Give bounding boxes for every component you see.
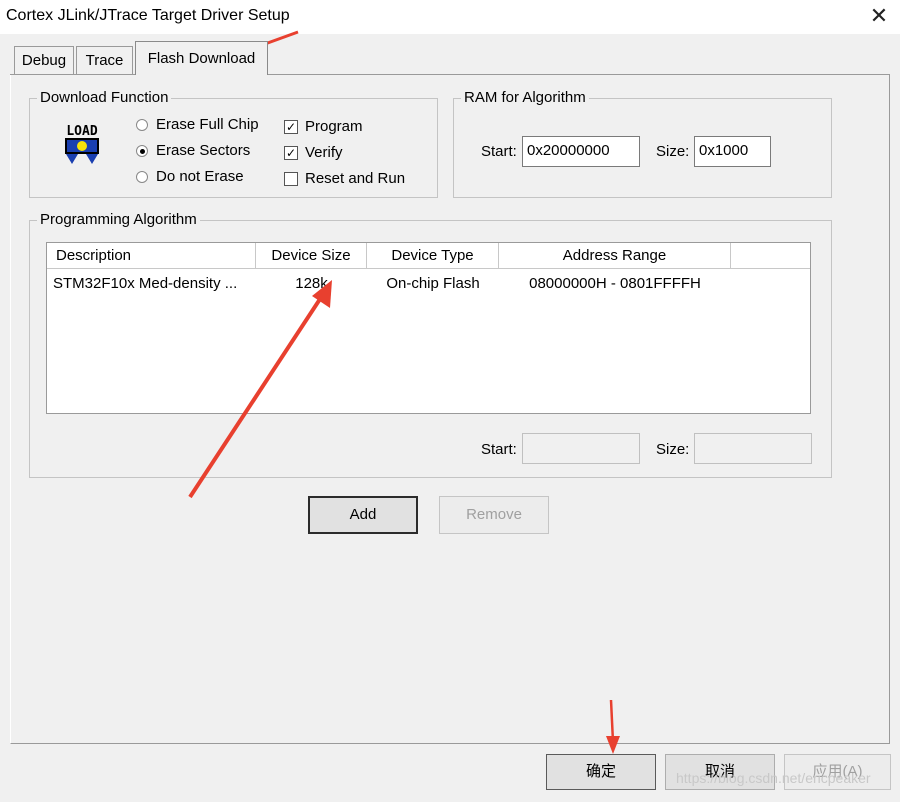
algo-start-label: Start: (481, 441, 517, 458)
tab-trace[interactable]: Trace (76, 46, 133, 74)
radio-do-not-erase[interactable]: Do not Erase (136, 168, 266, 193)
radio-erase-sectors[interactable]: Erase Sectors (136, 142, 266, 167)
check-icon: ✓ (284, 146, 298, 160)
ok-button[interactable]: 确定 (546, 754, 656, 790)
checkbox-reset-and-run[interactable]: Reset and Run (284, 170, 424, 194)
row-device-type: On-chip Flash (386, 275, 480, 292)
algorithm-list[interactable]: Description Device Size Device Type Addr… (46, 242, 811, 414)
checkbox-reset-and-run-label: Reset and Run (305, 170, 406, 187)
load-icon: LOAD (60, 122, 104, 166)
algo-start-input[interactable] (522, 433, 640, 464)
row-description: STM32F10x Med-density ... (53, 275, 238, 292)
checkbox-verify[interactable]: ✓ Verify (284, 144, 404, 168)
algo-size-input[interactable] (694, 433, 812, 464)
algo-size-label: Size: (656, 441, 690, 458)
radio-erase-full-chip-label: Erase Full Chip (156, 116, 259, 133)
column-header-filler (731, 243, 810, 269)
column-header-address-range[interactable]: Address Range (499, 243, 731, 269)
algorithm-legend: Programming Algorithm (37, 211, 200, 228)
tab-flash-download[interactable]: Flash Download (135, 41, 268, 75)
unchecked-box (284, 172, 298, 186)
close-icon: ✕ (869, 3, 889, 28)
checkbox-verify-label: Verify (305, 144, 343, 161)
row-address-range: 08000000H - 0801FFFFH (529, 275, 701, 292)
ram-start-label: Start: (481, 143, 517, 160)
column-header-description[interactable]: Description (47, 243, 256, 269)
ram-size-input[interactable]: 0x1000 (694, 136, 771, 167)
column-header-device-type[interactable]: Device Type (367, 243, 499, 269)
radio-erase-sectors-label: Erase Sectors (156, 142, 251, 159)
radio-erase-full-chip[interactable]: Erase Full Chip (136, 116, 266, 141)
remove-button[interactable]: Remove (439, 496, 549, 534)
radio-do-not-erase-circle (136, 171, 148, 183)
checkbox-program[interactable]: ✓ Program (284, 118, 404, 142)
close-button[interactable]: ✕ (866, 2, 892, 30)
table-row[interactable]: STM32F10x Med-density ... 128k On-chip F… (47, 270, 810, 296)
tab-debug[interactable]: Debug (14, 46, 74, 74)
ram-start-input[interactable]: 0x20000000 (522, 136, 640, 167)
checkbox-program-label: Program (305, 118, 363, 135)
row-device-size: 128k (295, 275, 328, 292)
radio-do-not-erase-label: Do not Erase (156, 168, 244, 185)
load-icon-text: LOAD (66, 124, 97, 139)
ram-legend: RAM for Algorithm (461, 89, 589, 106)
column-header-device-size[interactable]: Device Size (256, 243, 367, 269)
download-function-legend: Download Function (37, 89, 172, 106)
radio-erase-sectors-circle (136, 145, 148, 157)
radio-selected-dot (139, 148, 145, 154)
ram-size-label: Size: (656, 143, 690, 160)
add-button[interactable]: Add (308, 496, 418, 534)
radio-erase-full-chip-circle (136, 119, 148, 131)
watermark: https://blog.csdn.net/ericpeaker (676, 770, 871, 786)
window-title: Cortex JLink/JTrace Target Driver Setup (6, 7, 290, 24)
check-icon: ✓ (284, 120, 298, 134)
